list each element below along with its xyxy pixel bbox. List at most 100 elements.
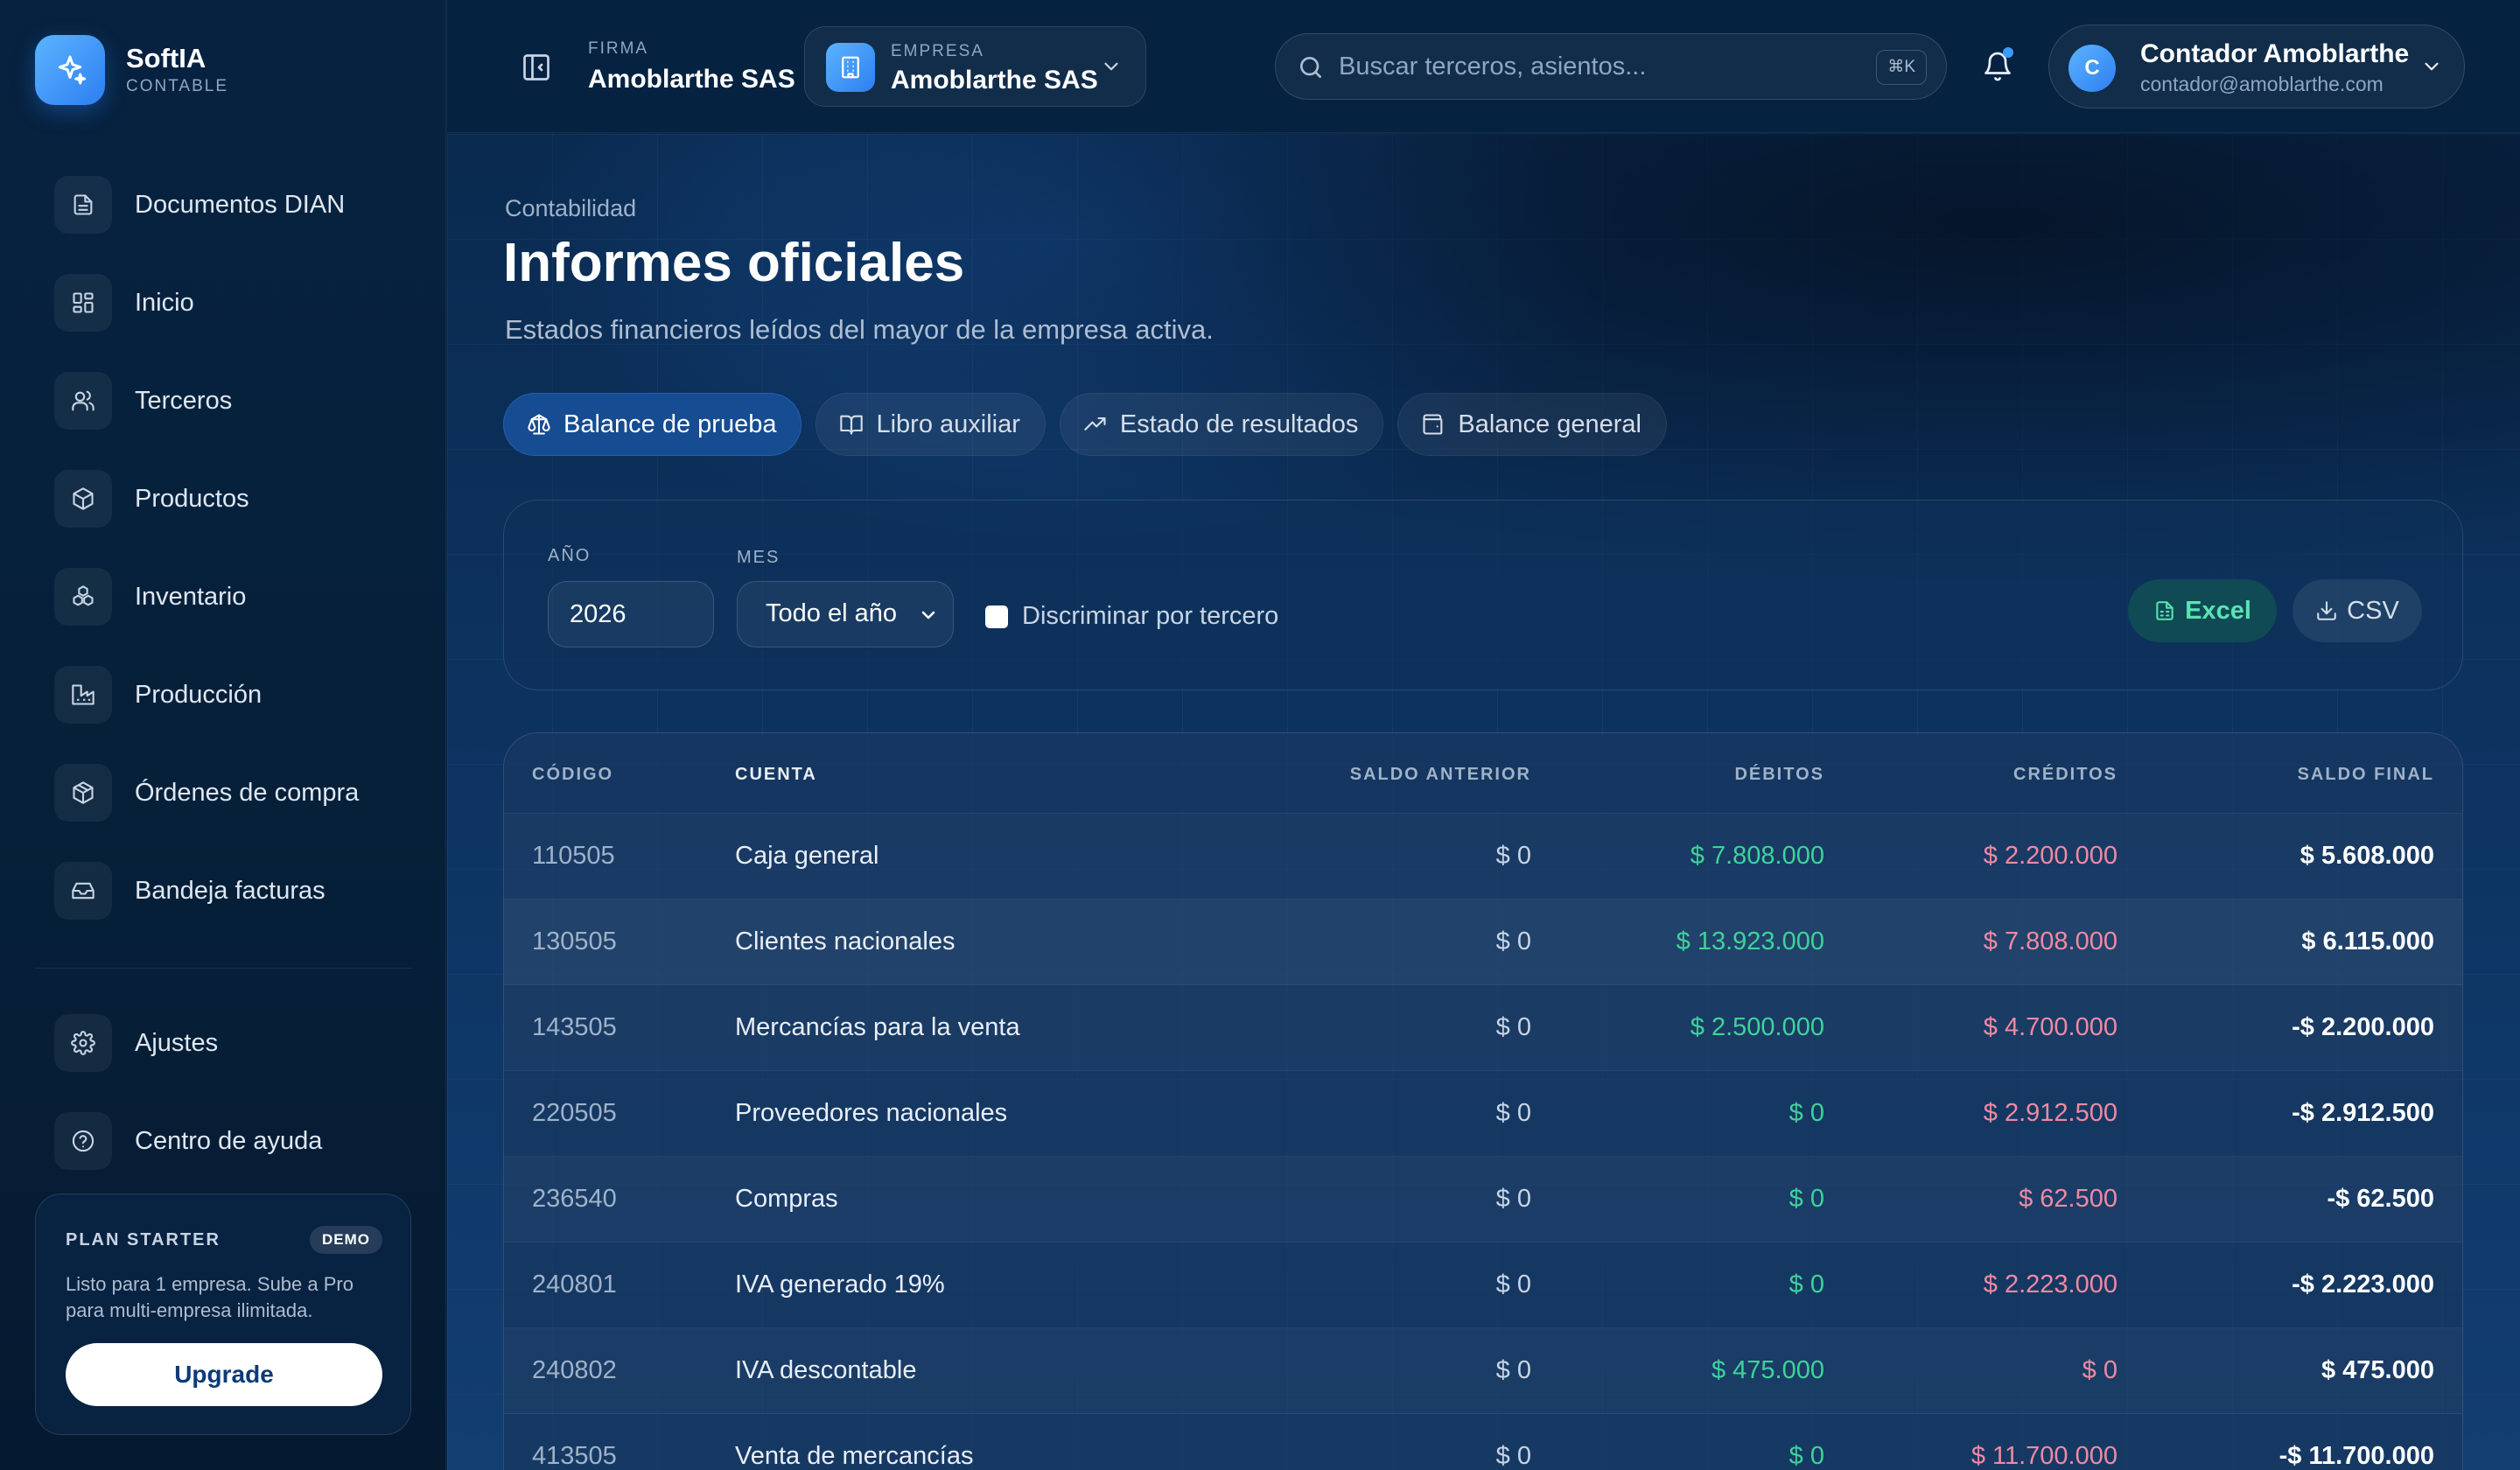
sidebar-item-centro-de-ayuda[interactable]: Centro de ayuda: [35, 1092, 411, 1190]
cell-final-balance: $ 6.115.000: [2301, 928, 2434, 956]
empresa-switcher[interactable]: EMPRESA Amoblarthe SAS: [804, 26, 1146, 107]
export-excel-button[interactable]: Excel: [2128, 579, 2277, 642]
cell-prev-balance: $ 0: [1495, 1356, 1531, 1384]
empresa-name: Amoblarthe SAS: [891, 66, 1098, 94]
brand[interactable]: SoftIA CONTABLE: [35, 35, 228, 105]
box-icon: [54, 470, 112, 528]
gear-icon: [54, 1014, 112, 1072]
cell-credits: $ 2.223.000: [1983, 1270, 2118, 1298]
column-header-account[interactable]: CUENTA: [735, 765, 817, 785]
search-icon: [1297, 53, 1325, 81]
upgrade-button[interactable]: Upgrade: [66, 1343, 382, 1406]
cell-final-balance: -$ 62.500: [2327, 1185, 2434, 1213]
table-body: 110505 Caja general $ 0 $ 7.808.000 $ 2.…: [504, 814, 2462, 1470]
chevron-down-icon: [918, 605, 939, 626]
cell-debits: $ 0: [1788, 1185, 1824, 1213]
tab-estado-de-resultados[interactable]: Estado de resultados: [1059, 393, 1384, 456]
firma-label: FIRMA: [588, 39, 649, 58]
cell-debits: $ 0: [1788, 1099, 1824, 1127]
cell-final-balance: -$ 11.700.000: [2278, 1442, 2434, 1470]
cell-code: 240802: [532, 1356, 617, 1384]
export-csv-button[interactable]: CSV: [2292, 579, 2422, 642]
table-row[interactable]: 240801 IVA generado 19% $ 0 $ 0 $ 2.223.…: [504, 1242, 2462, 1328]
notification-dot: [2003, 47, 2013, 58]
column-header-credits[interactable]: CRÉDITOS: [2013, 765, 2118, 785]
excel-label: Excel: [2185, 596, 2251, 625]
cell-code: 240801: [532, 1270, 617, 1298]
sidebar-item-produccion[interactable]: Producción: [35, 646, 411, 744]
cell-credits: $ 4.700.000: [1983, 1013, 2118, 1041]
sidebar-item-bandeja-facturas[interactable]: Bandeja facturas: [35, 842, 411, 940]
topbar: FIRMA Amoblarthe SAS EMPRESA Amoblarthe …: [447, 0, 2520, 133]
table-header: CÓDIGO CUENTA SALDO ANTERIOR DÉBITOS CRÉ…: [504, 733, 2462, 814]
checkbox-label: Discriminar por tercero: [1022, 602, 1279, 630]
sidebar-item-inventario[interactable]: Inventario: [35, 548, 411, 646]
year-input[interactable]: [548, 581, 714, 648]
cell-debits: $ 2.500.000: [1690, 1013, 1824, 1041]
month-select[interactable]: Todo el año: [737, 581, 954, 648]
sidebar-item-ordenes-de-compra[interactable]: Órdenes de compra: [35, 744, 411, 842]
table-row[interactable]: 143505 Mercancías para la venta $ 0 $ 2.…: [504, 985, 2462, 1071]
trending-up-icon: [1083, 412, 1108, 437]
tab-libro-auxiliar[interactable]: Libro auxiliar: [816, 393, 1046, 456]
chevron-down-icon: [1100, 55, 1123, 78]
column-header-debits[interactable]: DÉBITOS: [1734, 765, 1824, 785]
empresa-label: EMPRESA: [891, 42, 984, 60]
cell-debits: $ 13.923.000: [1676, 928, 1824, 956]
user-menu[interactable]: C Contador Amoblarthe contador@amoblarth…: [2048, 24, 2465, 108]
download-icon: [2315, 599, 2338, 622]
tab-balance-de-prueba[interactable]: Balance de prueba: [503, 393, 802, 456]
cell-credits: $ 7.808.000: [1983, 928, 2118, 956]
sidebar-item-label: Producción: [135, 680, 262, 709]
plan-description: Listo para 1 empresa. Sube a Pro para mu…: [66, 1273, 354, 1321]
user-email: contador@amoblarthe.com: [2140, 73, 2384, 95]
cell-credits: $ 11.700.000: [1970, 1442, 2118, 1470]
table-row[interactable]: 236540 Compras $ 0 $ 0 $ 62.500 -$ 62.50…: [504, 1157, 2462, 1242]
plan-title: PLAN STARTER: [66, 1229, 220, 1250]
help-icon: [54, 1112, 112, 1170]
cell-account: Caja general: [735, 842, 879, 870]
plan-card: PLAN STARTER DEMO Listo para 1 empresa. …: [35, 1194, 411, 1435]
discriminar-checkbox[interactable]: [985, 606, 1008, 628]
sidebar-item-label: Terceros: [135, 386, 233, 415]
sidebar-item-terceros[interactable]: Terceros: [35, 352, 411, 450]
table-row[interactable]: 240802 IVA descontable $ 0 $ 475.000 $ 0…: [504, 1328, 2462, 1414]
sidebar-item-label: Inicio: [135, 288, 194, 317]
cell-prev-balance: $ 0: [1495, 1013, 1531, 1041]
search-input[interactable]: [1339, 46, 1829, 87]
building-icon: [826, 43, 875, 92]
table-row[interactable]: 130505 Clientes nacionales $ 0 $ 13.923.…: [504, 900, 2462, 985]
cell-code: 236540: [532, 1185, 617, 1213]
sidebar-nav: Documentos DIAN Inicio Terceros Producto…: [35, 156, 411, 940]
cell-account: Venta de mercancías: [735, 1442, 974, 1470]
cell-account: Mercancías para la venta: [735, 1013, 1020, 1041]
table-row[interactable]: 413505 Venta de mercancías $ 0 $ 0 $ 11.…: [504, 1414, 2462, 1470]
sidebar-item-productos[interactable]: Productos: [35, 450, 411, 548]
factory-icon: [54, 666, 112, 724]
sidebar: SoftIA CONTABLE Documentos DIAN Inicio T…: [0, 0, 446, 1470]
cell-prev-balance: $ 0: [1495, 928, 1531, 956]
firma-name: Amoblarthe SAS: [588, 65, 795, 94]
sidebar-item-documentos-dian[interactable]: Documentos DIAN: [35, 156, 411, 254]
search-bar: ⌘K: [1275, 33, 1947, 100]
cell-final-balance: $ 475.000: [2320, 1356, 2434, 1384]
sidebar-toggle-icon[interactable]: [517, 48, 556, 87]
table-row[interactable]: 110505 Caja general $ 0 $ 7.808.000 $ 2.…: [504, 814, 2462, 900]
package-icon: [54, 764, 112, 822]
sidebar-item-label: Ajustes: [135, 1028, 219, 1057]
sidebar-item-inicio[interactable]: Inicio: [35, 254, 411, 352]
tab-label: Balance general: [1458, 410, 1642, 438]
column-header-final-balance[interactable]: SALDO FINAL: [2298, 765, 2434, 785]
sidebar-item-ajustes[interactable]: Ajustes: [35, 994, 411, 1092]
column-header-prev-balance[interactable]: SALDO ANTERIOR: [1350, 765, 1531, 785]
column-header-code[interactable]: CÓDIGO: [532, 765, 613, 785]
cell-code: 110505: [532, 842, 615, 870]
table-row[interactable]: 220505 Proveedores nacionales $ 0 $ 0 $ …: [504, 1071, 2462, 1157]
trial-balance-table: CÓDIGO CUENTA SALDO ANTERIOR DÉBITOS CRÉ…: [503, 732, 2463, 1470]
cell-final-balance: -$ 2.912.500: [2292, 1099, 2434, 1127]
brand-name: SoftIA: [126, 43, 206, 74]
notifications-button[interactable]: [1977, 46, 2019, 88]
tab-label: Libro auxiliar: [876, 410, 1020, 438]
grid-icon: [54, 274, 112, 332]
tab-balance-general[interactable]: Balance general: [1397, 393, 1667, 456]
